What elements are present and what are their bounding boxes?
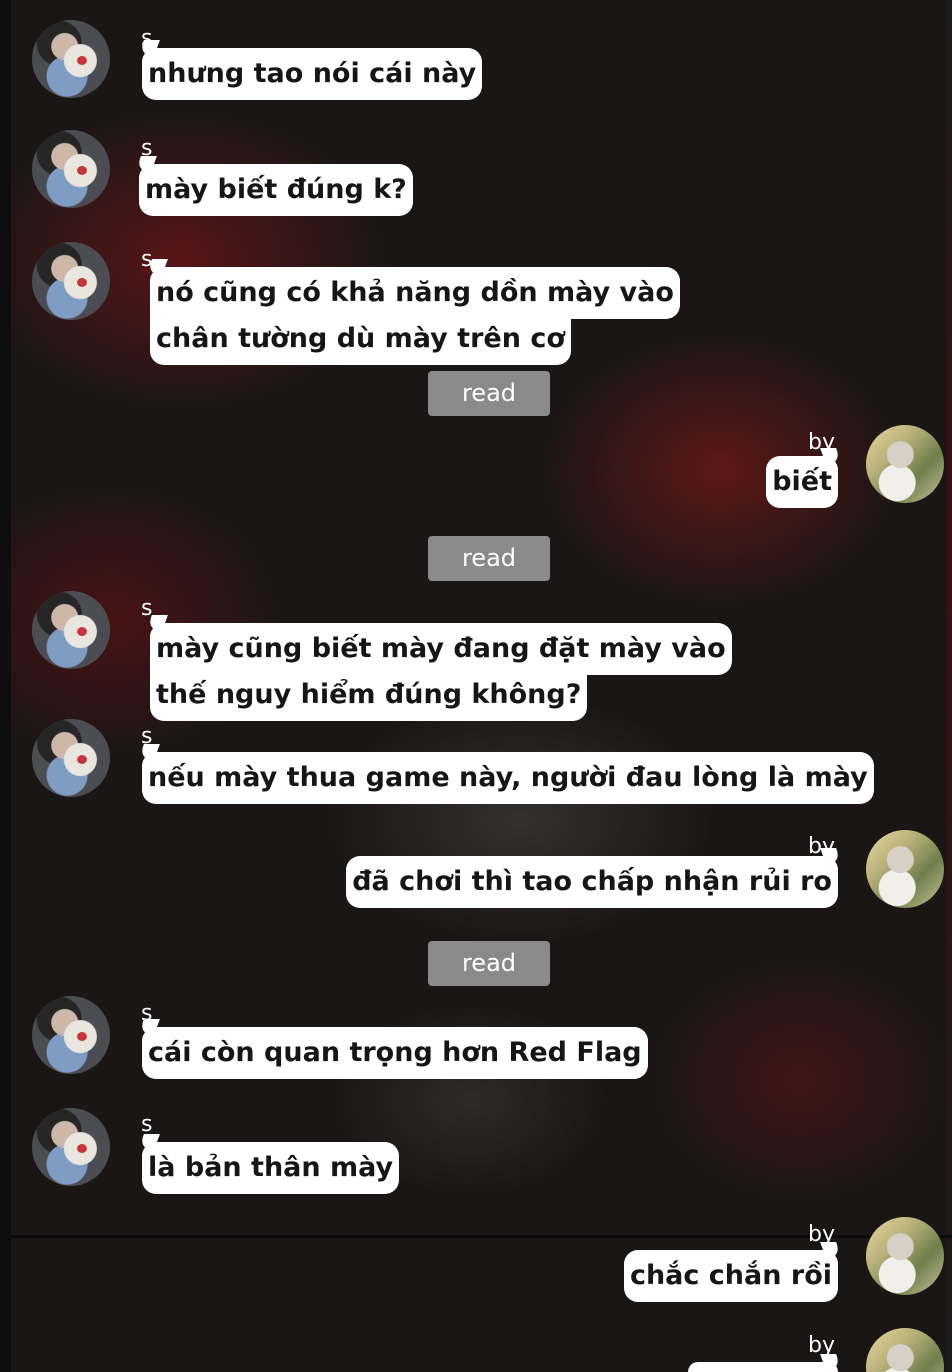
avatar[interactable]	[32, 719, 110, 797]
read-receipt: read	[428, 536, 550, 581]
avatar[interactable]	[866, 830, 944, 908]
avatar[interactable]	[866, 425, 944, 503]
read-receipt: read	[428, 371, 550, 416]
message-bubble[interactable]: thế nguy hiểm đúng không?	[150, 669, 588, 721]
message-bubble[interactable]: đã chơi thì tao chấp nhận rủi ro	[346, 856, 838, 908]
message-bubble[interactable]: mày cũng biết mày đang đặt mày vào	[150, 623, 732, 675]
avatar[interactable]	[32, 242, 110, 320]
message-bubble[interactable]: biết	[766, 456, 838, 508]
right-edge	[946, 0, 952, 1372]
avatar[interactable]	[866, 1217, 944, 1295]
avatar[interactable]	[32, 1108, 110, 1186]
avatar[interactable]	[32, 20, 110, 98]
message-bubble[interactable]: cái còn quan trọng hơn Red Flag	[142, 1027, 648, 1079]
avatar[interactable]	[32, 130, 110, 208]
message-bubble[interactable]: chân tường dù mày trên cơ	[150, 313, 571, 365]
avatar[interactable]	[32, 996, 110, 1074]
chat-screen: s nhưng tao nói cái này s mày biết đúng …	[0, 0, 952, 1372]
avatar[interactable]	[32, 591, 110, 669]
message-bubble[interactable]: nhưng tao nói cái này	[142, 48, 483, 100]
message-bubble[interactable]: mày biết đúng k?	[139, 164, 413, 216]
message-bubble[interactable]: nó cũng có khả năng dồn mày vào	[150, 267, 680, 319]
message-bubble[interactable]: là bản thân mày	[142, 1142, 400, 1194]
message-bubble[interactable]	[688, 1362, 838, 1372]
message-bubble[interactable]: nếu mày thua game này, người đau lòng là…	[142, 752, 874, 804]
read-receipt: read	[428, 941, 550, 986]
avatar[interactable]	[866, 1328, 944, 1372]
left-edge	[0, 0, 11, 1372]
message-bubble[interactable]: chắc chắn rồi	[623, 1250, 838, 1302]
